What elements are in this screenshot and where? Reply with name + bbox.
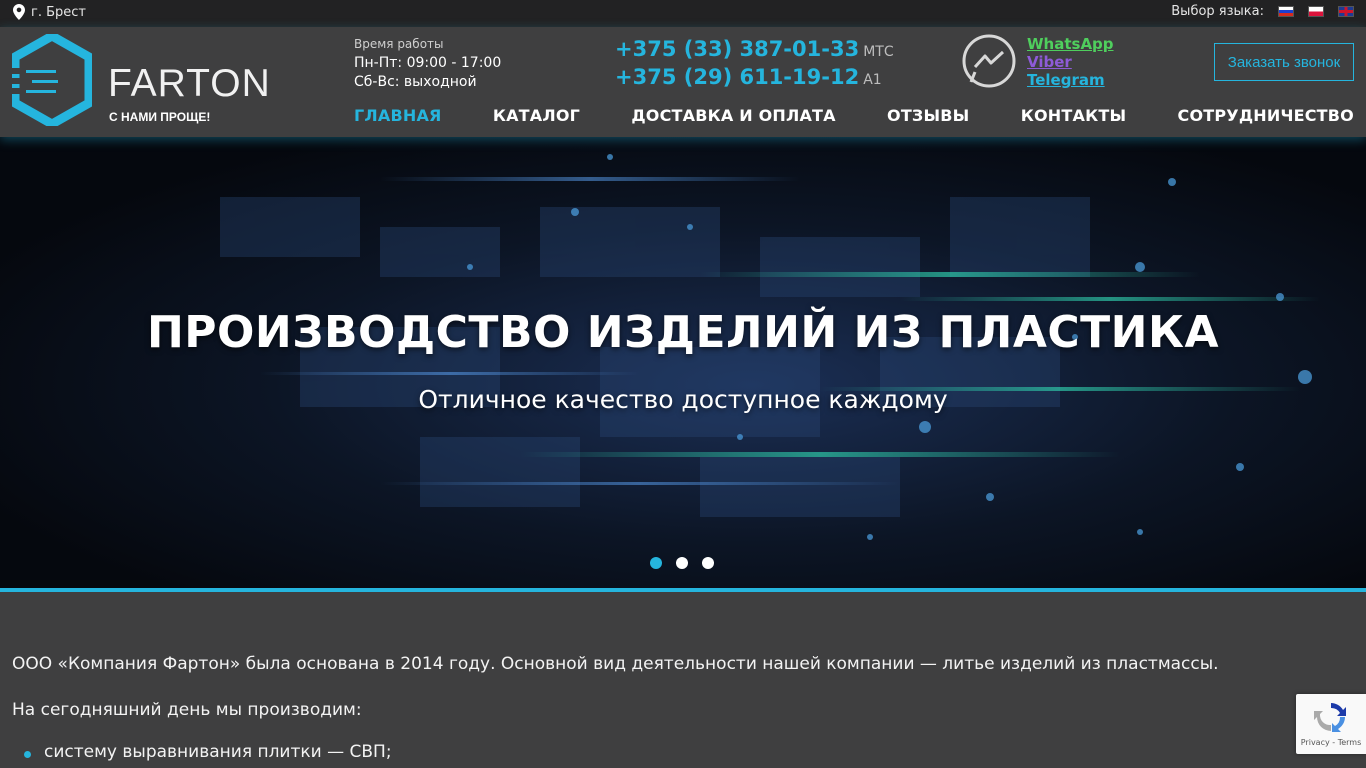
flag-pl-icon[interactable] [1308, 6, 1324, 17]
whatsapp-link[interactable]: WhatsApp [1027, 35, 1114, 53]
products-list: систему выравнивания плитки — СВП; [12, 742, 1262, 762]
hours-caption: Время работы [354, 37, 444, 51]
phone-number[interactable]: +375 (33) 387-01-33 [615, 37, 859, 61]
phone-number[interactable]: +375 (29) 611-19-12 [615, 65, 859, 89]
telegram-link[interactable]: Telegram [1027, 71, 1114, 89]
phone-operator: А1 [863, 72, 882, 88]
messenger-icon [962, 34, 1016, 88]
flag-ru-icon[interactable] [1278, 6, 1294, 17]
slider-dot-3[interactable] [702, 557, 714, 569]
language-label: Выбор языка: [1171, 4, 1264, 19]
nav-item-home[interactable]: ГЛАВНАЯ [354, 106, 442, 125]
logo-tagline: С НАМИ ПРОЩЕ! [109, 110, 211, 124]
hero-title: ПРОИЗВОДСТВО ИЗДЕЛИЙ ИЗ ПЛАСТИКА [146, 307, 1220, 358]
hours-weekend: Сб-Вс: выходной [354, 74, 477, 90]
top-bar: г. Брест Выбор языка: [0, 0, 1366, 27]
nav-item-contacts[interactable]: КОНТАКТЫ [1021, 106, 1127, 125]
city-selector[interactable]: г. Брест [13, 4, 86, 20]
list-item: систему выравнивания плитки — СВП; [24, 742, 1262, 762]
nav-item-catalog[interactable]: КАТАЛОГ [493, 106, 580, 125]
slider-dot-2[interactable] [676, 557, 688, 569]
slider-dots [650, 557, 714, 569]
nav-item-reviews[interactable]: ОТЗЫВЫ [887, 106, 969, 125]
order-call-button[interactable]: Заказать звонок [1214, 43, 1354, 81]
farton-logo-icon [12, 34, 92, 126]
hero-background-image [220, 154, 1320, 540]
phone-mts[interactable]: +375 (33) 387-01-33 МТС [615, 37, 894, 65]
recaptcha-links[interactable]: Privacy - Terms [1296, 738, 1366, 747]
main-nav: ГЛАВНАЯ КАТАЛОГ ДОСТАВКА И ОПЛАТА ОТЗЫВЫ… [354, 106, 1354, 125]
city-label: г. Брест [31, 4, 86, 20]
working-hours: Время работы Пн-Пт: 09:00 - 17:00 Сб-Вс:… [354, 35, 501, 92]
about-section: ООО «Компания Фартон» была основана в 20… [12, 654, 1262, 762]
nav-item-delivery[interactable]: ДОСТАВКА И ОПЛАТА [631, 106, 835, 125]
phone-numbers: +375 (33) 387-01-33 МТС +375 (29) 611-19-… [615, 37, 894, 93]
language-switcher: Выбор языка: [1171, 4, 1354, 19]
flag-en-icon[interactable] [1338, 6, 1354, 17]
location-pin-icon [13, 4, 25, 20]
nav-item-cooperation[interactable]: СОТРУДНИЧЕСТВО [1178, 106, 1354, 125]
recaptcha-icon [1314, 703, 1346, 732]
products-heading: На сегодняшний день мы производим: [12, 700, 362, 720]
site-header: FARTON С НАМИ ПРОЩЕ! Время работы Пн-Пт:… [0, 27, 1366, 137]
viber-link[interactable]: Viber [1027, 53, 1114, 71]
recaptcha-badge[interactable]: Privacy - Terms [1296, 694, 1366, 754]
hero-slider: ПРОИЗВОДСТВО ИЗДЕЛИЙ ИЗ ПЛАСТИКА Отлично… [0, 137, 1366, 592]
hero-subtitle: Отличное качество доступное каждому [418, 385, 948, 414]
logo[interactable]: FARTON С НАМИ ПРОЩЕ! [12, 34, 272, 126]
hours-weekdays: Пн-Пт: 09:00 - 17:00 [354, 55, 502, 71]
phone-operator: МТС [863, 44, 894, 60]
messenger-links: WhatsApp Viber Telegram [1027, 35, 1114, 89]
about-intro: ООО «Компания Фартон» была основана в 20… [12, 654, 1219, 674]
logo-name: FARTON [108, 62, 271, 105]
slider-dot-1[interactable] [650, 557, 662, 569]
phone-a1[interactable]: +375 (29) 611-19-12 А1 [615, 65, 894, 93]
